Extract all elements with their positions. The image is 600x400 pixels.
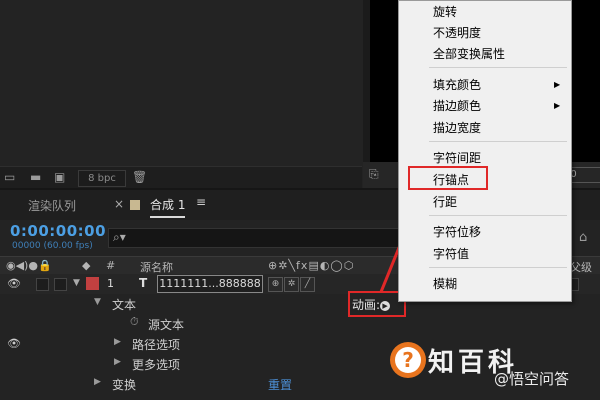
menu-item-all-transform[interactable]: 全部变换属性 (433, 45, 505, 62)
menu-item-rotation[interactable]: 旋转 (433, 3, 457, 20)
menu-item-tracking[interactable]: 字符间距 (433, 149, 481, 166)
watermark-handle: @悟空问答 (494, 370, 570, 388)
menu-separator (429, 141, 567, 142)
menu-separator (429, 267, 567, 268)
menu-item-character-value[interactable]: 字符值 (433, 245, 469, 262)
submenu-arrow-icon: ▶ (554, 101, 561, 110)
animate-context-menu: 旋转 不透明度 全部变换属性 填充颜色 ▶ 描边颜色 ▶ 描边宽度 字符间距 行… (398, 0, 572, 302)
watermark: ? 知百科 @悟空问答 (388, 340, 569, 388)
line-anchor-highlight-box (408, 166, 488, 190)
menu-separator (429, 215, 567, 216)
menu-item-line-spacing[interactable]: 行距 (433, 193, 457, 210)
menu-item-blur[interactable]: 模糊 (433, 275, 457, 292)
menu-separator (429, 67, 567, 68)
menu-item-stroke-width[interactable]: 描边宽度 (433, 119, 481, 136)
menu-item-stroke-color[interactable]: 描边颜色 (433, 97, 481, 114)
submenu-arrow-icon: ▶ (554, 80, 561, 89)
menu-item-fill-color[interactable]: 填充颜色 (433, 76, 481, 93)
menu-item-opacity[interactable]: 不透明度 (433, 24, 481, 41)
menu-item-character-offset[interactable]: 字符位移 (433, 223, 481, 240)
watermark-logo: ? (390, 342, 426, 378)
svg-text:?: ? (402, 348, 414, 372)
